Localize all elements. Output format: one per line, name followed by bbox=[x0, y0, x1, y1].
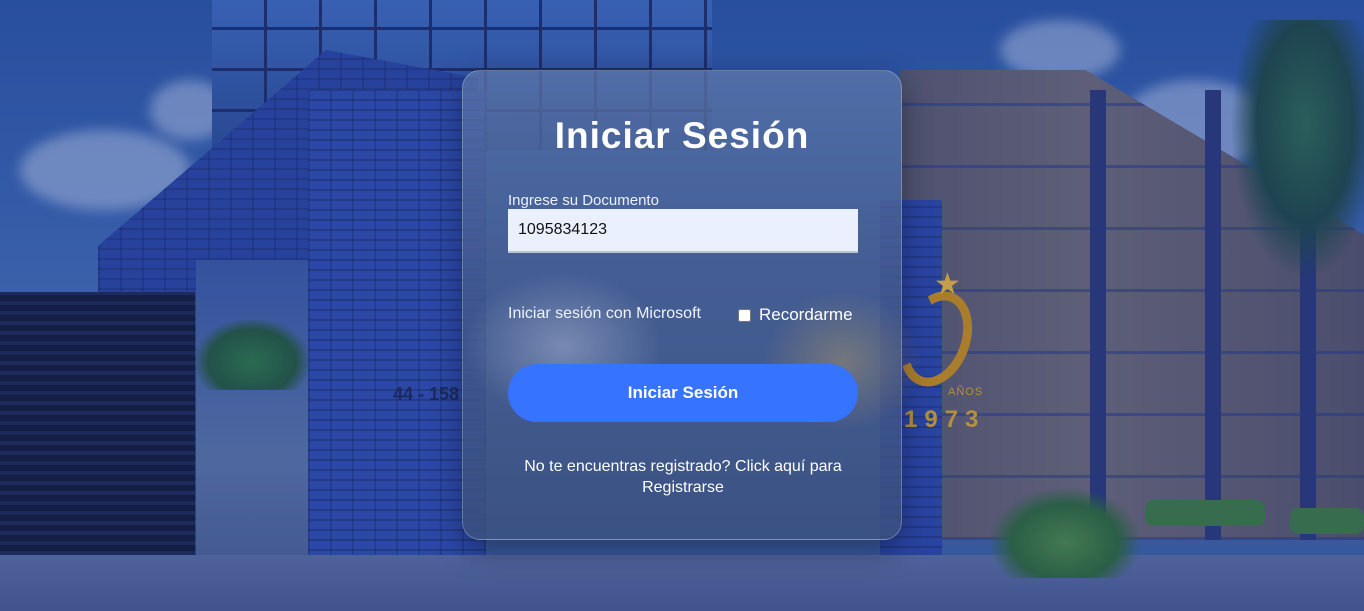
microsoft-login-link[interactable]: Iniciar sesión con Microsoft bbox=[508, 305, 701, 323]
login-button[interactable]: Iniciar Sesión bbox=[508, 364, 858, 422]
document-input[interactable] bbox=[508, 209, 858, 253]
remember-checkbox[interactable] bbox=[738, 308, 751, 322]
login-title: Iniciar Sesión bbox=[554, 115, 810, 156]
login-card: Iniciar Sesión Ingrese su Documento Inic… bbox=[462, 70, 923, 540]
register-link[interactable]: No te encuentras registrado? Click aquí … bbox=[508, 456, 858, 498]
document-label: Ingrese su Documento bbox=[508, 192, 659, 209]
remember-me[interactable]: Recordarme bbox=[738, 305, 853, 325]
remember-label: Recordarme bbox=[759, 305, 853, 324]
